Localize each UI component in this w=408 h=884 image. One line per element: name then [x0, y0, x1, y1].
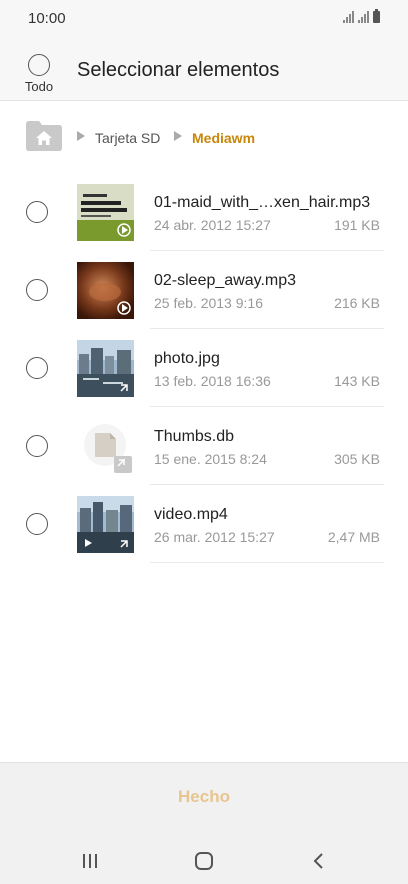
- file-size: 143 KB: [334, 373, 380, 389]
- file-list: 01-maid_with_…xen_hair.mp3 24 abr. 2012 …: [0, 173, 408, 762]
- list-item[interactable]: photo.jpg 13 feb. 2018 16:36 143 KB: [0, 329, 408, 407]
- file-size: 305 KB: [334, 451, 380, 467]
- music-album-icon: [77, 184, 134, 241]
- file-icon: [77, 418, 134, 475]
- file-name: 02-sleep_away.mp3: [154, 272, 297, 289]
- page-title: Seleccionar elementos: [77, 59, 280, 81]
- header: Todo Seleccionar elementos: [0, 36, 408, 100]
- checkbox-circle: [28, 54, 50, 76]
- list-item[interactable]: 02-sleep_away.mp3 25 feb. 2013 9:16 216 …: [0, 251, 408, 329]
- file-date: 26 mar. 2012 15:27: [154, 529, 275, 545]
- screen: 10:00 Todo Seleccionar elementos Tarjeta…: [0, 0, 408, 884]
- file-date: 13 feb. 2018 16:36: [154, 373, 271, 389]
- file-size: 191 KB: [334, 217, 380, 233]
- list-item[interactable]: Thumbs.db 15 ene. 2015 8:24 305 KB: [0, 407, 408, 485]
- item-checkbox[interactable]: [26, 357, 48, 379]
- file-name: video.mp4: [154, 506, 228, 523]
- breadcrumb-item-sd-card[interactable]: Tarjeta SD: [95, 130, 160, 146]
- signal-icon: [358, 11, 369, 23]
- breadcrumb-item-current: Mediawm: [192, 130, 256, 146]
- select-all-label: Todo: [24, 79, 54, 94]
- select-all-checkbox[interactable]: Todo: [22, 54, 56, 94]
- status-bar: 10:00: [0, 0, 408, 36]
- signal-icon: [343, 11, 354, 23]
- item-checkbox[interactable]: [26, 435, 48, 457]
- back-icon[interactable]: [305, 849, 333, 873]
- bottom-bar: Hecho: [0, 762, 408, 884]
- breadcrumb: Tarjeta SD Mediawm: [0, 100, 408, 174]
- home-icon[interactable]: [26, 121, 62, 151]
- item-checkbox[interactable]: [26, 279, 48, 301]
- divider: [150, 562, 384, 563]
- navigation-bar: [0, 839, 408, 884]
- file-date: 24 abr. 2012 15:27: [154, 217, 271, 233]
- item-checkbox[interactable]: [26, 513, 48, 535]
- file-name: 01-maid_with_…xen_hair.mp3: [154, 194, 371, 211]
- done-button[interactable]: Hecho: [0, 787, 408, 807]
- video-icon: [77, 496, 134, 553]
- battery-icon: [373, 9, 380, 23]
- file-name: Thumbs.db: [154, 428, 235, 445]
- music-album-icon: [77, 262, 134, 319]
- home-button-icon[interactable]: [190, 849, 218, 873]
- chevron-right-icon: [174, 131, 182, 141]
- status-time: 10:00: [28, 10, 66, 27]
- file-size: 216 KB: [334, 295, 380, 311]
- file-date: 15 ene. 2015 8:24: [154, 451, 267, 467]
- file-name: photo.jpg: [154, 350, 220, 367]
- file-date: 25 feb. 2013 9:16: [154, 295, 263, 311]
- list-item[interactable]: video.mp4 26 mar. 2012 15:27 2,47 MB: [0, 485, 408, 563]
- chevron-right-icon: [77, 131, 85, 141]
- file-size: 2,47 MB: [327, 529, 380, 545]
- list-item[interactable]: 01-maid_with_…xen_hair.mp3 24 abr. 2012 …: [0, 173, 408, 251]
- photo-icon: [77, 340, 134, 397]
- recent-apps-icon[interactable]: [76, 849, 104, 873]
- status-icons: [343, 9, 380, 23]
- item-checkbox[interactable]: [26, 201, 48, 223]
